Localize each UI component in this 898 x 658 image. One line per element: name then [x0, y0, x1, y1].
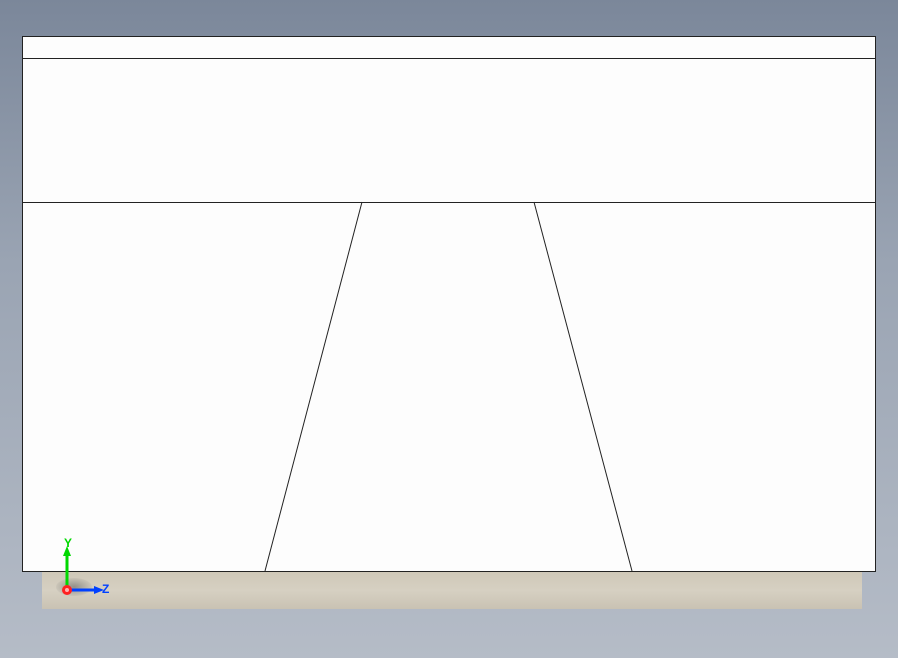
top-edge-line[interactable] [22, 58, 876, 59]
middle-edge-line[interactable] [22, 202, 876, 203]
y-axis-label: Y [64, 536, 72, 550]
model-container [0, 0, 898, 658]
base-plate-face[interactable] [42, 571, 862, 609]
main-body-face[interactable] [22, 36, 876, 572]
z-axis-label: Z [102, 582, 109, 596]
cad-viewport[interactable]: Y Z [0, 0, 898, 658]
x-axis-origin-highlight [65, 588, 69, 592]
coordinate-triad[interactable]: Y Z [56, 538, 126, 608]
